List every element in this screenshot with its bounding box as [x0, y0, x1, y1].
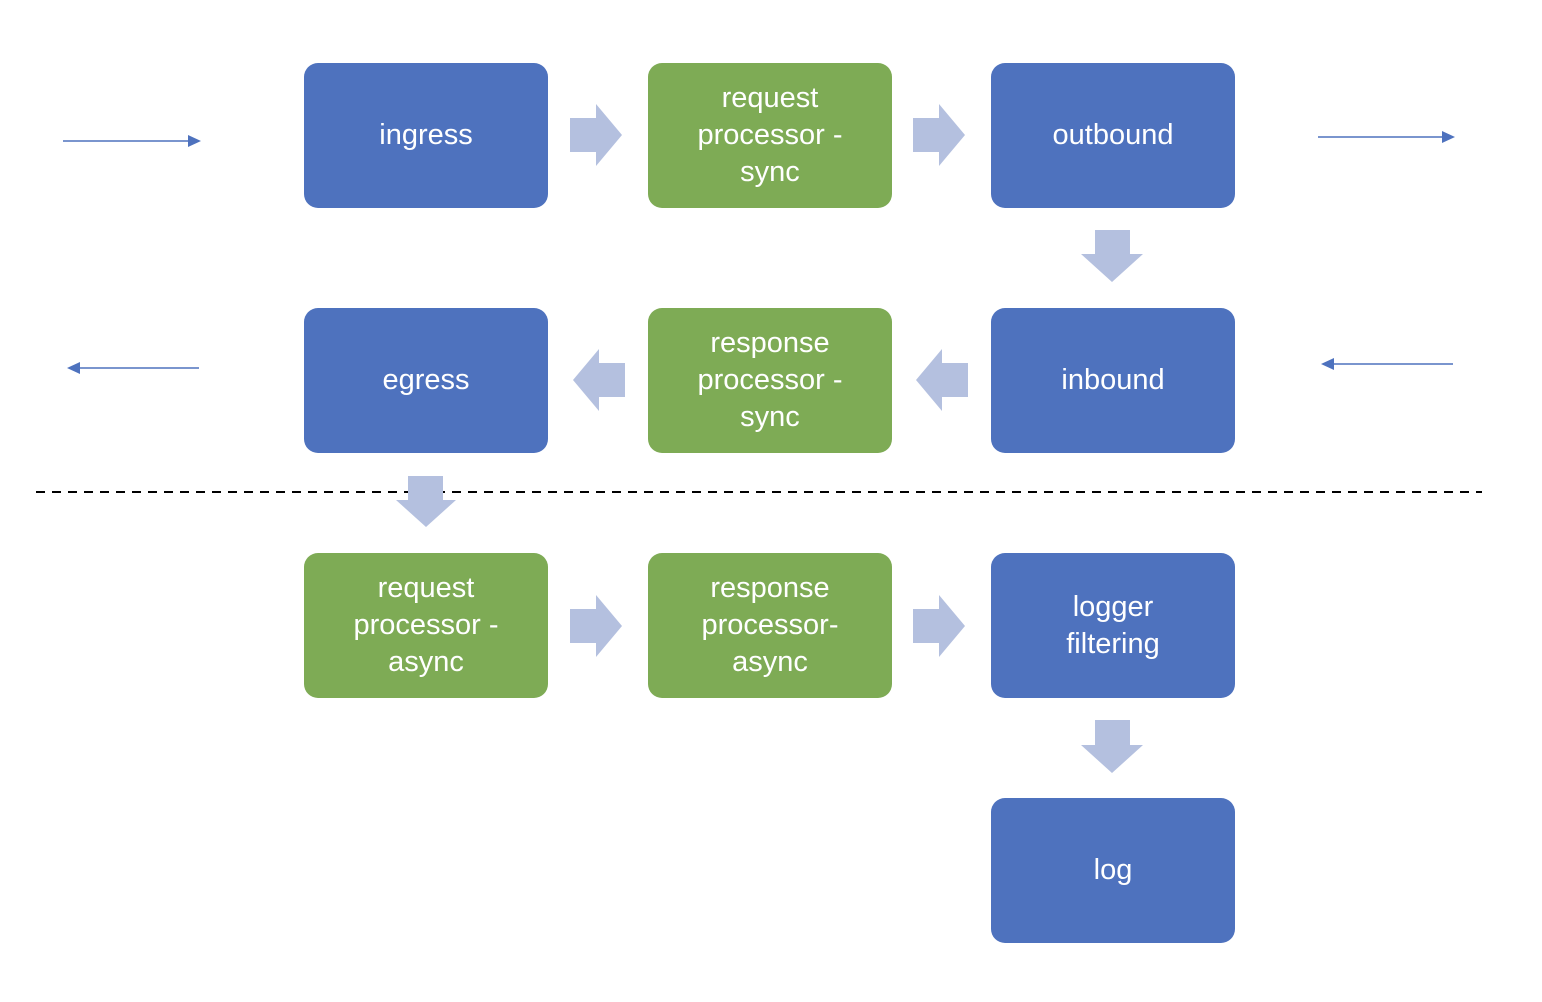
node-label: egress [382, 364, 470, 396]
node-inbound: inbound [991, 308, 1235, 453]
node-outbound: outbound [991, 63, 1235, 208]
node-ingress: ingress [304, 63, 548, 208]
node-logger-filtering: logger filtering [991, 553, 1235, 698]
node-label: ingress [379, 119, 473, 151]
arrow-ingress-to-request-sync [570, 104, 622, 166]
outgoing-response-arrow [67, 362, 199, 374]
node-label: inbound [1061, 364, 1165, 396]
arrow-egress-to-request-async [396, 476, 456, 527]
node-label: response processor - sync [697, 327, 843, 433]
node-label: response processor- async [701, 572, 839, 678]
arrow-inbound-to-response-sync [916, 349, 968, 411]
incoming-request-arrow [63, 135, 201, 147]
arrow-logger-to-log [1081, 720, 1143, 773]
arrow-request-sync-to-outbound [913, 104, 965, 166]
arrow-response-sync-to-egress [573, 349, 625, 411]
arrow-outbound-to-inbound [1081, 230, 1143, 282]
node-response-processor-async: response processor- async [648, 553, 892, 698]
node-response-processor-sync: response processor - sync [648, 308, 892, 453]
node-label: outbound [1052, 119, 1174, 151]
arrow-request-async-to-response-async [570, 595, 622, 657]
outgoing-request-arrow [1318, 131, 1455, 143]
node-request-processor-async: request processor - async [304, 553, 548, 698]
node-label: logger filtering [1066, 590, 1160, 660]
node-label: log [1093, 854, 1133, 886]
node-request-processor-sync: request processor - sync [648, 63, 892, 208]
node-label: request processor - sync [697, 82, 843, 188]
node-label: request processor - async [353, 572, 499, 678]
node-log: log [991, 798, 1235, 943]
arrow-response-async-to-logger [913, 595, 965, 657]
node-egress: egress [304, 308, 548, 453]
incoming-response-arrow [1321, 358, 1453, 370]
